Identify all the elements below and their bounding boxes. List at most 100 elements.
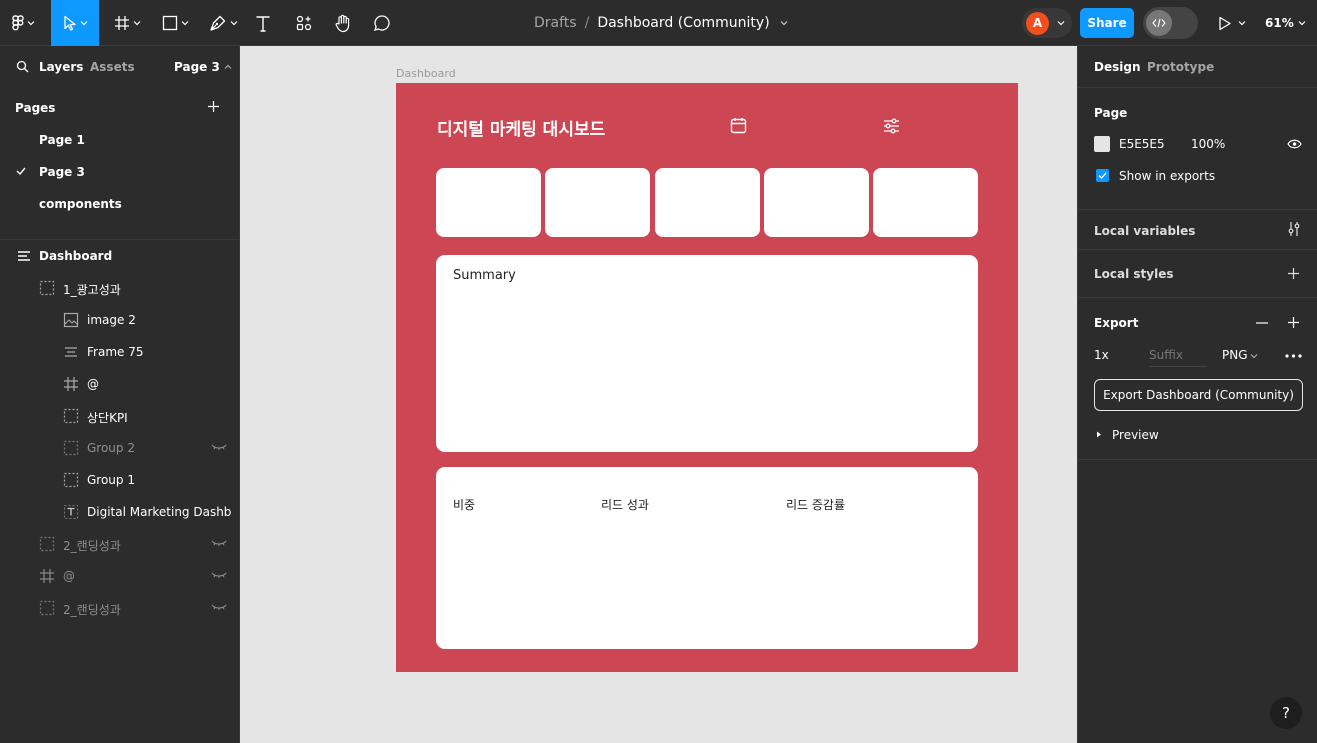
breadcrumb-drafts[interactable]: Drafts <box>534 15 577 31</box>
layer-row[interactable]: Group 2 <box>0 432 240 464</box>
tab-design[interactable]: Design <box>1094 60 1141 74</box>
kpi-card[interactable] <box>764 168 869 237</box>
move-tool-button[interactable] <box>51 0 99 46</box>
calendar-icon[interactable] <box>730 117 747 134</box>
layer-label: @ <box>63 569 75 583</box>
avatar[interactable]: A <box>1026 11 1049 35</box>
tab-layers[interactable]: Layers <box>39 60 83 74</box>
dashboard-frame[interactable]: 디지털 마케팅 대시보드 Summary 비중 리드 성과 리드 증감률 <box>396 83 1018 672</box>
frame-list-icon <box>65 347 77 357</box>
shape-tool-button[interactable] <box>155 0 195 46</box>
page-item-page-3[interactable]: Page 3 <box>0 156 240 188</box>
page-selector[interactable]: Page 3 <box>174 60 232 74</box>
layer-row[interactable]: 2_랜딩성과 <box>0 592 240 624</box>
frame-label[interactable]: Dashboard <box>396 67 456 80</box>
layer-row[interactable]: Group 1 <box>0 464 240 496</box>
summary-card[interactable]: Summary <box>436 255 978 452</box>
local-variables-section[interactable]: Local variables <box>1078 210 1317 250</box>
layer-row[interactable]: Frame 75 <box>0 336 240 368</box>
layer-row[interactable]: @ <box>0 560 240 592</box>
multiplayer-avatars[interactable]: A <box>1022 8 1072 38</box>
chevron-down-icon <box>1057 21 1065 26</box>
preview-label[interactable]: Preview <box>1112 428 1159 442</box>
layer-label: Frame 75 <box>87 345 144 359</box>
more-options-icon[interactable] <box>1285 354 1302 358</box>
kpi-card[interactable] <box>436 168 541 237</box>
export-button[interactable]: Export Dashboard (Community) <box>1094 379 1303 411</box>
layer-row[interactable]: 1_광고성과 <box>0 272 240 304</box>
tab-assets[interactable]: Assets <box>90 60 135 74</box>
export-suffix-input[interactable]: Suffix <box>1149 343 1207 367</box>
search-icon[interactable] <box>16 60 29 73</box>
chevron-down-icon[interactable] <box>780 20 788 26</box>
lead-performance-card[interactable]: 비중 리드 성과 리드 증감률 <box>436 467 978 649</box>
page-item-page-1[interactable]: Page 1 <box>0 124 240 156</box>
eye-closed-icon[interactable] <box>211 444 227 450</box>
layer-row[interactable]: Digital Marketing Dashbo... <box>0 496 240 528</box>
layer-row[interactable]: 상단KPI <box>0 400 240 432</box>
dev-mode-toggle[interactable] <box>1143 7 1198 39</box>
page-color-swatch[interactable] <box>1094 136 1110 152</box>
kpi-card[interactable] <box>545 168 650 237</box>
page-opacity-value[interactable]: 100% <box>1191 137 1225 151</box>
pen-tool-button[interactable] <box>203 0 243 46</box>
text-tool-button[interactable] <box>250 0 276 46</box>
help-button[interactable]: ? <box>1270 697 1302 729</box>
page-color-value[interactable]: E5E5E5 <box>1119 137 1165 151</box>
dev-mode-knob <box>1146 10 1172 36</box>
kpi-card[interactable] <box>655 168 760 237</box>
layer-row[interactable]: 2_랜딩성과 <box>0 528 240 560</box>
pages-heading: Pages <box>15 101 56 115</box>
group-icon <box>63 440 79 456</box>
eye-closed-icon[interactable] <box>211 540 227 546</box>
share-button[interactable]: Share <box>1080 8 1134 38</box>
add-style-icon[interactable] <box>1287 267 1300 280</box>
layer-row[interactable]: @ <box>0 368 240 400</box>
canvas[interactable]: Dashboard 디지털 마케팅 대시보드 Summary 비중 리드 성과 … <box>240 46 1077 743</box>
main-menu-button[interactable] <box>0 0 46 46</box>
variables-icon[interactable] <box>1287 221 1301 237</box>
frame-icon <box>64 377 78 391</box>
play-icon <box>1219 16 1231 30</box>
current-page-label: Page 3 <box>174 60 220 74</box>
layer-row[interactable]: image 2 <box>0 304 240 336</box>
frame-icon <box>40 569 54 583</box>
remove-export-icon[interactable] <box>1256 322 1268 324</box>
show-in-exports-checkbox[interactable] <box>1096 169 1109 182</box>
page-item-label: Page 1 <box>39 133 85 147</box>
group-icon <box>63 472 79 488</box>
hand-tool-button[interactable] <box>329 0 357 46</box>
lead-growth-label: 리드 증감률 <box>786 498 846 512</box>
eye-icon[interactable] <box>1287 139 1302 149</box>
file-name[interactable]: Dashboard (Community) <box>597 15 769 31</box>
frame-icon <box>114 16 129 30</box>
eye-closed-icon[interactable] <box>211 604 227 610</box>
local-styles-label: Local styles <box>1094 267 1174 281</box>
resources-tool-button[interactable] <box>289 0 319 46</box>
eye-closed-icon[interactable] <box>211 572 227 578</box>
check-icon <box>1098 172 1107 179</box>
zoom-dropdown[interactable]: 61% <box>1265 0 1306 46</box>
filter-sliders-icon[interactable] <box>883 118 900 134</box>
group-icon <box>39 280 55 296</box>
layer-label: 1_광고성과 <box>63 283 121 297</box>
add-page-icon[interactable] <box>207 100 220 113</box>
frame-list-icon <box>18 251 30 261</box>
export-format[interactable]: PNG <box>1222 348 1248 362</box>
caret-right-icon[interactable] <box>1096 431 1102 438</box>
comment-tool-button[interactable] <box>369 0 395 46</box>
present-button[interactable] <box>1218 0 1246 46</box>
local-styles-section[interactable]: Local styles <box>1078 250 1317 298</box>
chevron-down-icon <box>1298 21 1306 26</box>
chevron-down-icon <box>181 21 188 26</box>
export-scale[interactable]: 1x <box>1094 348 1109 362</box>
page-item-components[interactable]: components <box>0 188 240 220</box>
frame-tool-button[interactable] <box>107 0 147 46</box>
kpi-card[interactable] <box>873 168 978 237</box>
add-export-icon[interactable] <box>1287 316 1300 329</box>
page-heading: Page <box>1094 106 1128 120</box>
tab-prototype[interactable]: Prototype <box>1147 60 1214 74</box>
layer-row[interactable]: Dashboard <box>0 240 240 272</box>
pen-icon <box>209 15 225 31</box>
dashboard-title[interactable]: 디지털 마케팅 대시보드 <box>437 115 605 140</box>
